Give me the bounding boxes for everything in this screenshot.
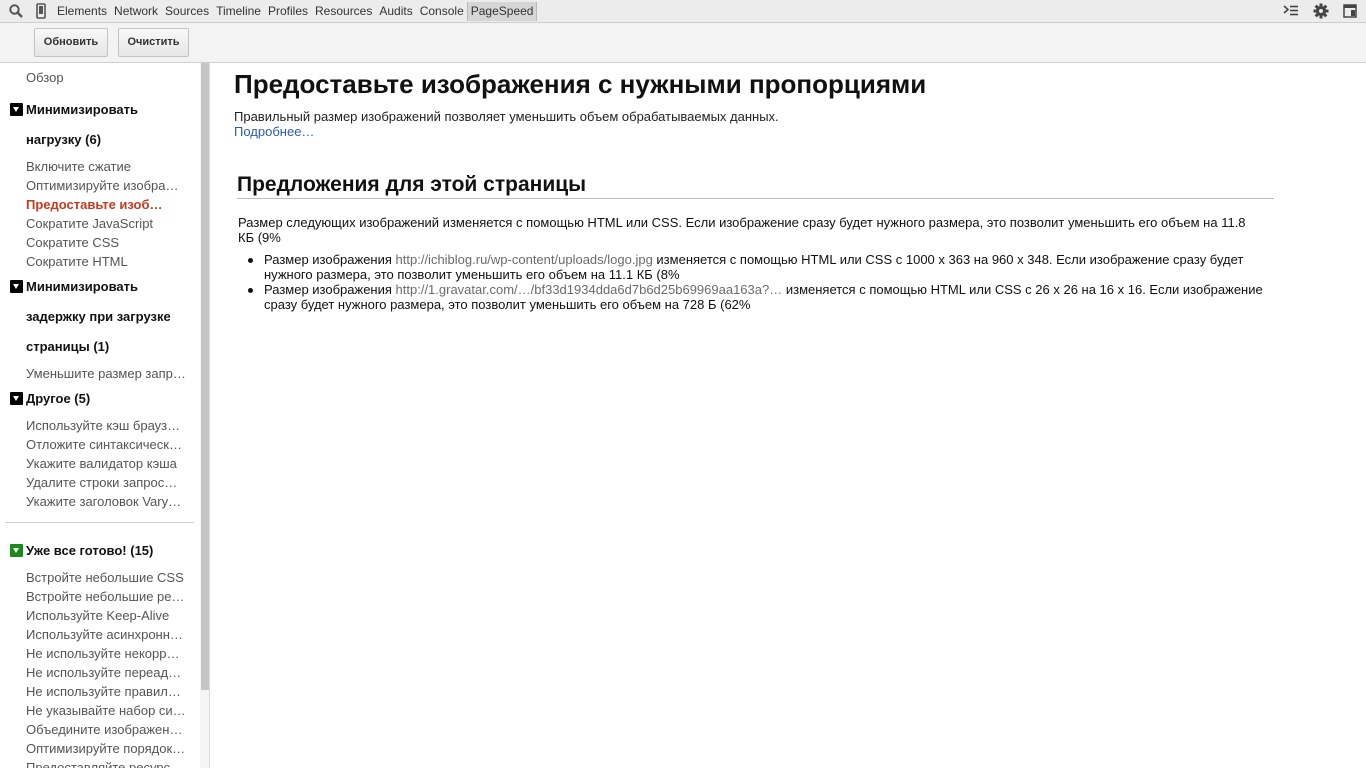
group-title: Другое (5) <box>26 391 91 406</box>
section-divider <box>237 198 1274 199</box>
group-title: Минимизировать задержку при загрузке стр… <box>26 279 171 354</box>
item-text: Размер изображения <box>264 252 396 267</box>
section-title: Предложения для этой страницы <box>237 173 587 196</box>
group-title: Уже все готово! (15) <box>26 543 154 558</box>
tab-profiles[interactable]: Profiles <box>264 0 311 23</box>
learn-more-link[interactable]: Подробнее… <box>234 124 314 139</box>
sidebar-item[interactable]: Не используйте некорр… <box>26 644 186 663</box>
collapse-triangle-icon[interactable] <box>10 103 23 116</box>
image-url[interactable]: http://1.gravatar.com/…/bf33d1934dda6d7b… <box>396 282 783 297</box>
sidebar-scrollbar[interactable] <box>200 63 210 768</box>
list-item: Размер изображения http://1.gravatar.com… <box>238 282 1263 312</box>
list-item: Размер изображения http://ichiblog.ru/wp… <box>238 252 1263 282</box>
sidebar-item[interactable]: Укажите заголовок Vary… <box>26 492 186 511</box>
sidebar-item[interactable]: Используйте асинхронн… <box>26 625 186 644</box>
tab-resources[interactable]: Resources <box>311 0 375 23</box>
sidebar-item[interactable]: Не используйте правил… <box>26 682 186 701</box>
sidebar-item[interactable]: Сократите JavaScript <box>26 214 186 233</box>
bullet-icon <box>248 288 253 293</box>
tab-elements[interactable]: Elements <box>53 0 110 23</box>
rule-details: Предоставьте изображения с нужными пропо… <box>211 63 1366 768</box>
tab-pagespeed[interactable]: PageSpeed <box>466 2 538 21</box>
summary-text: Размер следующих изображений изменяется … <box>238 215 1246 245</box>
gear-icon[interactable] <box>1313 3 1329 19</box>
refresh-button[interactable]: Обновить <box>34 28 108 57</box>
sidebar-item[interactable]: Сократите CSS <box>26 233 186 252</box>
sidebar-item[interactable]: Не используйте переад… <box>26 663 186 682</box>
show-drawer-icon[interactable] <box>1283 3 1299 19</box>
sidebar-item-overview[interactable]: Обзор <box>26 68 186 87</box>
device-mode-icon[interactable] <box>33 3 49 19</box>
sidebar-item[interactable]: Укажите валидатор кэша <box>26 454 186 473</box>
sidebar-item[interactable]: Включите сжатие <box>26 157 186 176</box>
bullet-icon <box>248 258 253 263</box>
sidebar-item[interactable]: Предоставляйте ресурс… <box>26 758 186 768</box>
tab-timeline[interactable]: Timeline <box>212 0 264 23</box>
sidebar-item[interactable]: Используйте кэш брауз… <box>26 416 186 435</box>
sidebar-item[interactable]: Встройте небольшие CSS <box>26 568 186 587</box>
sidebar-item[interactable]: Не указывайте набор си… <box>26 701 186 720</box>
sidebar-item-active[interactable]: Предоставьте изоб… <box>26 195 186 214</box>
sidebar-item[interactable]: Оптимизируйте порядок… <box>26 739 186 758</box>
group-title: Минимизировать нагрузку (6) <box>26 102 139 147</box>
search-icon[interactable] <box>8 3 24 19</box>
scrollbar-thumb[interactable] <box>201 63 209 690</box>
sidebar-item[interactable]: Удалите строки запрос… <box>26 473 186 492</box>
undock-icon[interactable] <box>1342 3 1358 19</box>
sidebar-divider <box>5 522 194 523</box>
collapse-triangle-icon[interactable] <box>10 544 23 557</box>
sidebar-item[interactable]: Используйте Keep-Alive <box>26 606 186 625</box>
clear-button[interactable]: Очистить <box>118 28 189 57</box>
rule-description: Правильный размер изображений позволяет … <box>234 109 779 124</box>
sidebar-item[interactable]: Объедините изображен… <box>26 720 186 739</box>
sidebar-item[interactable]: Отложите синтаксическ… <box>26 435 186 454</box>
sidebar-item[interactable]: Оптимизируйте изобра… <box>26 176 186 195</box>
item-text: Размер изображения <box>264 282 396 297</box>
tab-console[interactable]: Console <box>416 0 467 23</box>
tab-sources[interactable]: Sources <box>161 0 212 23</box>
sidebar-item[interactable]: Встройте небольшие ре… <box>26 587 186 606</box>
tab-network[interactable]: Network <box>110 0 161 23</box>
sidebar-item[interactable]: Уменьшите размер запр… <box>26 364 186 383</box>
image-url[interactable]: http://ichiblog.ru/wp-content/uploads/lo… <box>396 252 653 267</box>
pagespeed-toolbar: Обновить Очистить <box>0 23 1366 63</box>
tab-audits[interactable]: Audits <box>375 0 415 23</box>
page-title: Предоставьте изображения с нужными пропо… <box>234 69 927 99</box>
sidebar-item[interactable]: Сократите HTML <box>26 252 186 271</box>
suggestions-list: Размер изображения http://ichiblog.ru/wp… <box>238 252 1263 312</box>
collapse-triangle-icon[interactable] <box>10 392 23 405</box>
rules-sidebar: Обзор Минимизировать нагрузку (6) Включи… <box>0 63 200 768</box>
collapse-triangle-icon[interactable] <box>10 280 23 293</box>
devtools-tab-bar: Elements Network Sources Timeline Profil… <box>0 0 1366 23</box>
